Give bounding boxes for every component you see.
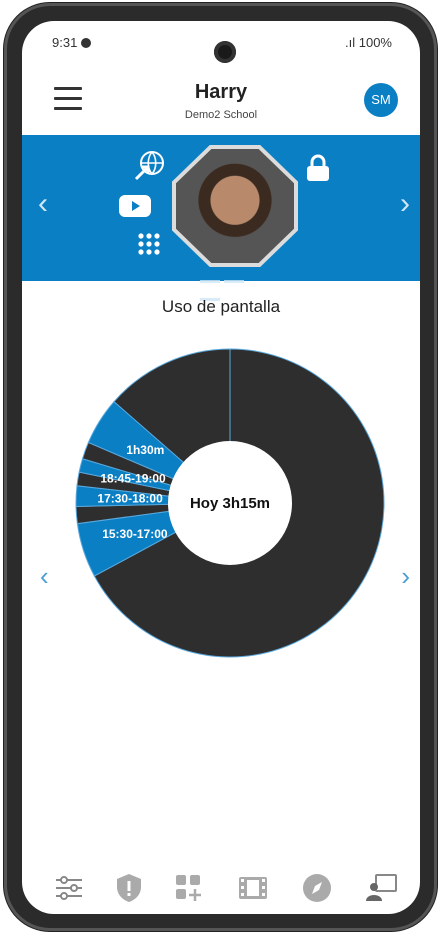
screen: 9:31 .ıl 100% Harry Demo2 School SM ‹ ›	[22, 21, 420, 914]
phone-frame: 9:31 .ıl 100% Harry Demo2 School SM ‹ ›	[4, 3, 437, 931]
section-title: Uso de pantalla	[161, 297, 281, 316]
classroom-icon[interactable]	[364, 871, 398, 905]
youtube-icon[interactable]	[118, 193, 152, 219]
chart-slice-label: 17:30-18:00	[97, 492, 163, 506]
app-header: Harry Demo2 School SM	[22, 67, 420, 133]
compass-icon[interactable]	[300, 871, 334, 905]
chart-slice-label: 1h30m	[126, 443, 164, 457]
page-title: Harry	[194, 81, 248, 103]
profile-banner: ‹ ›	[22, 135, 420, 301]
globe-arrow-icon[interactable]	[134, 149, 166, 181]
screen-time-chart: Hoy 3h15m 15:30-17:00 17:30-18:00 18:45-19…	[75, 348, 385, 658]
profile-photo[interactable]	[176, 149, 294, 263]
chart-prev-icon[interactable]: ‹	[40, 561, 49, 592]
chart-slice-label: 18:45-19:00	[100, 472, 166, 486]
chart-center-label: Hoy 3h15m	[190, 495, 270, 512]
status-battery: .ıl 100%	[345, 35, 392, 50]
film-icon[interactable]	[236, 871, 270, 905]
carousel-indicator	[200, 270, 270, 301]
chart-next-icon[interactable]: ›	[401, 561, 410, 592]
apps-grid-icon[interactable]	[136, 231, 162, 257]
notification-dot-icon	[81, 38, 92, 48]
shield-alert-icon[interactable]	[112, 871, 146, 905]
profile-photo-frame	[172, 145, 298, 267]
user-avatar[interactable]: SM	[364, 83, 398, 117]
camera-cutout	[214, 41, 236, 63]
lock-icon[interactable]	[304, 153, 332, 183]
banner-prev-icon[interactable]: ‹	[38, 189, 48, 219]
banner-next-icon[interactable]: ›	[400, 189, 410, 219]
status-time: 9:31	[52, 35, 92, 50]
filters-icon[interactable]	[52, 871, 86, 905]
bottom-tab-bar	[22, 867, 420, 907]
chart-slice-label: 15:30-17:00	[102, 527, 168, 541]
page-subtitle: Demo2 School	[184, 109, 258, 121]
add-app-icon[interactable]	[172, 871, 206, 905]
